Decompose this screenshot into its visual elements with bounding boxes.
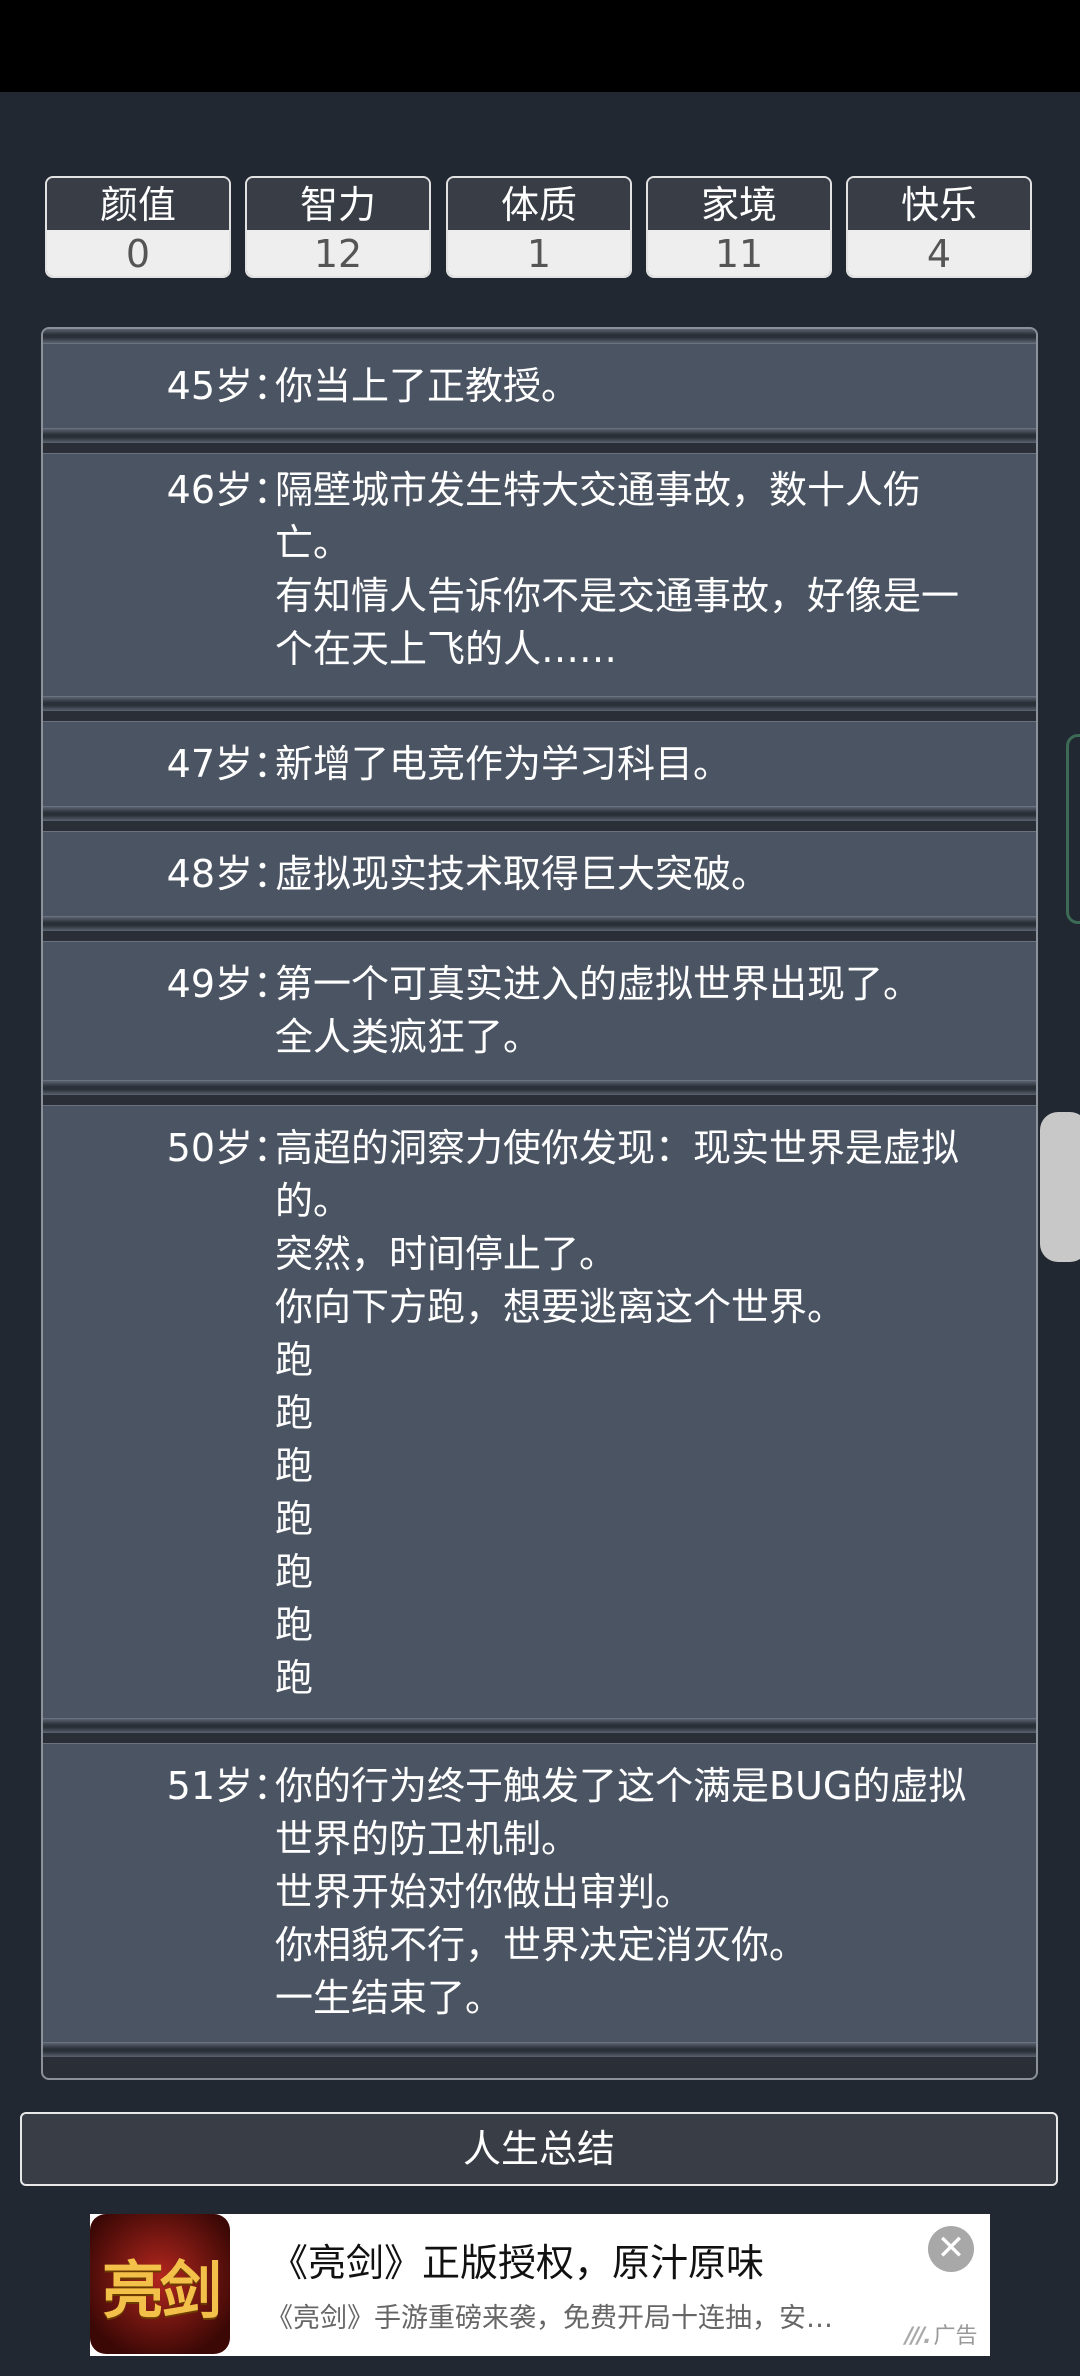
event-text: 新增了电竞作为学习科目。 <box>275 738 1035 791</box>
divider <box>43 1719 1036 1733</box>
scroll-handle[interactable] <box>1040 1112 1080 1262</box>
event-line: 跑 <box>275 1656 314 1700</box>
event-line: 的。 <box>275 1179 352 1223</box>
game-logo-icon[interactable]: 亮剑 <box>90 2214 230 2354</box>
stat-label: 体质 <box>448 178 630 230</box>
event-line: 隔壁城市发生特大交通事故，数十人伤 <box>275 468 922 512</box>
ad-banner[interactable]: 亮剑 《亮剑》正版授权，原汁原味 《亮剑》手游重磅来袭，免费开局十连抽，安… ✕… <box>90 2214 990 2356</box>
event-row-51: 51岁： 你的行为终于触发了这个满是BUG的虚拟 世界的防卫机制。 世界开始对你… <box>43 1743 1036 2043</box>
event-age: 48岁： <box>166 852 291 896</box>
event-age: 49岁： <box>166 962 291 1006</box>
event-line: 有知情人告诉你不是交通事故，好像是一 <box>275 574 960 618</box>
event-line: 个在天上飞的人…… <box>275 627 618 671</box>
event-row-49: 49岁： 第一个可真实进入的虚拟世界出现了。 全人类疯狂了。 <box>43 941 1036 1081</box>
event-line: 跑 <box>275 1391 314 1435</box>
event-text: 第一个可真实进入的虚拟世界出现了。 全人类疯狂了。 <box>275 958 1035 1064</box>
event-line: 跑 <box>275 1603 314 1647</box>
event-age: 51岁： <box>166 1764 291 1808</box>
event-row-45: 45岁： 你当上了正教授。 <box>43 343 1036 429</box>
stat-label: 家境 <box>648 178 830 230</box>
ad-network-icon: ///. <box>905 2324 932 2349</box>
event-line: 你向下方跑，想要逃离这个世界。 <box>275 1285 846 1329</box>
event-row-48: 48岁： 虚拟现实技术取得巨大突破。 <box>43 831 1036 917</box>
event-line: 全人类疯狂了。 <box>275 1015 542 1059</box>
stat-family: 家境 11 <box>646 176 832 278</box>
event-line: 世界开始对你做出审判。 <box>275 1870 694 1914</box>
event-row-46: 46岁： 隔壁城市发生特大交通事故，数十人伤 亡。 有知情人告诉你不是交通事故，… <box>43 453 1036 697</box>
event-line: 一生结束了。 <box>275 1976 504 2020</box>
stat-intelligence: 智力 12 <box>245 176 431 278</box>
event-line: 第一个可真实进入的虚拟世界出现了。 <box>275 962 922 1006</box>
event-line: 突然，时间停止了。 <box>275 1232 618 1276</box>
event-text: 虚拟现实技术取得巨大突破。 <box>275 848 1035 901</box>
divider <box>43 329 1036 343</box>
stat-value: 4 <box>848 230 1030 276</box>
close-icon[interactable]: ✕ <box>928 2226 974 2272</box>
event-line: 跑 <box>275 1444 314 1488</box>
stat-label: 快乐 <box>848 178 1030 230</box>
event-line: 你当上了正教授。 <box>275 364 580 408</box>
event-text: 高超的洞察力使你发现：现实世界是虚拟 的。 突然，时间停止了。 你向下方跑，想要… <box>275 1122 1035 1705</box>
event-age: 46岁： <box>166 468 291 512</box>
ad-title[interactable]: 《亮剑》正版授权，原汁原味 <box>270 2232 764 2287</box>
event-age: 50岁： <box>166 1126 291 1170</box>
divider <box>43 697 1036 711</box>
event-age: 47岁： <box>166 742 291 786</box>
event-line: 亡。 <box>275 521 352 565</box>
event-line: 跑 <box>275 1497 314 1541</box>
divider <box>43 2043 1036 2057</box>
event-text: 隔壁城市发生特大交通事故，数十人伤 亡。 有知情人告诉你不是交通事故，好像是一 … <box>275 464 1035 676</box>
divider <box>43 917 1036 931</box>
stat-appearance: 颜值 0 <box>45 176 231 278</box>
divider <box>43 429 1036 443</box>
stat-value: 11 <box>648 230 830 276</box>
event-line: 虚拟现实技术取得巨大突破。 <box>275 852 770 896</box>
floating-panel-edge[interactable] <box>1066 734 1080 924</box>
stat-value: 1 <box>448 230 630 276</box>
event-text: 你的行为终于触发了这个满是BUG的虚拟 世界的防卫机制。 世界开始对你做出审判。… <box>275 1760 1035 2025</box>
event-line: 跑 <box>275 1338 314 1382</box>
event-row-50: 50岁： 高超的洞察力使你发现：现实世界是虚拟 的。 突然，时间停止了。 你向下… <box>43 1105 1036 1719</box>
status-bar <box>0 0 1080 92</box>
stat-happiness: 快乐 4 <box>846 176 1032 278</box>
event-line: 你的行为终于触发了这个满是BUG的虚拟 <box>275 1764 967 1808</box>
stat-label: 颜值 <box>47 178 229 230</box>
event-line: 高超的洞察力使你发现：现实世界是虚拟 <box>275 1126 960 1170</box>
divider <box>43 807 1036 821</box>
stat-value: 12 <box>247 230 429 276</box>
ad-description[interactable]: 《亮剑》手游重磅来袭，免费开局十连抽，安… <box>266 2296 866 2335</box>
event-line: 新增了电竞作为学习科目。 <box>275 742 732 786</box>
event-line: 世界的防卫机制。 <box>275 1817 580 1861</box>
life-event-log[interactable]: 45岁： 你当上了正教授。 46岁： 隔壁城市发生特大交通事故，数十人伤 亡。 … <box>41 327 1038 2080</box>
life-summary-button[interactable]: 人生总结 <box>20 2112 1058 2186</box>
event-age: 45岁： <box>166 364 291 408</box>
ad-tag-text: 广告 <box>933 2324 978 2349</box>
stat-label: 智力 <box>247 178 429 230</box>
divider <box>43 1081 1036 1095</box>
event-line: 跑 <box>275 1550 314 1594</box>
stat-value: 0 <box>47 230 229 276</box>
logo-text: 亮剑 <box>101 2254 222 2327</box>
attribute-panel: 颜值 0 智力 12 体质 1 家境 11 快乐 4 <box>45 176 1035 282</box>
stat-constitution: 体质 1 <box>446 176 632 278</box>
event-line: 你相貌不行，世界决定消灭你。 <box>275 1923 808 1967</box>
ad-label: ///. 广告 <box>905 2318 977 2350</box>
event-row-47: 47岁： 新增了电竞作为学习科目。 <box>43 721 1036 807</box>
event-text: 你当上了正教授。 <box>275 360 1035 413</box>
